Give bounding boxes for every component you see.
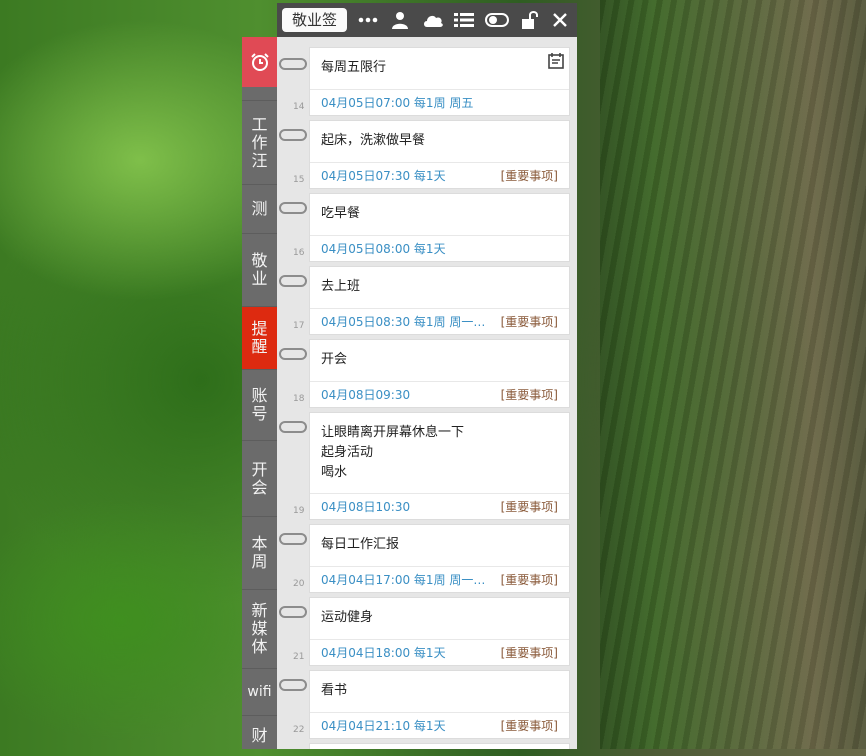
list-item[interactable]: 开会 04月08日09:30 [重要事项] xyxy=(309,339,570,408)
item-tag: [重要事项] xyxy=(500,315,558,329)
tab-label: 新媒体 xyxy=(251,601,268,656)
binder-ring xyxy=(279,58,307,70)
list-item[interactable]: 运动健身 04月04日18:00 每1天 [重要事项] xyxy=(309,597,570,666)
item-schedule: 04月04日18:00 每1天 xyxy=(321,646,446,660)
item-tag: [重要事项] xyxy=(500,646,558,660)
item-tag: [重要事项] xyxy=(500,719,558,733)
list-item[interactable]: 去上班 04月05日08:30 每1周 周一… [重要事项] xyxy=(309,266,570,335)
item-schedule: 04月05日08:00 每1天 xyxy=(321,242,446,256)
list-item[interactable]: 看书 04月04日21:10 每1天 [重要事项] xyxy=(309,670,570,739)
app-title[interactable]: 敬业签 xyxy=(282,8,348,32)
list-item[interactable]: 让眼睛离开屏幕休息一下 起身活动 喝水 04月08日10:30 [重要事项] xyxy=(309,412,570,520)
item-meta: 04月04日21:10 每1天 [重要事项] xyxy=(310,712,569,738)
item-number: 22 xyxy=(293,725,305,735)
tab-label: 开会 xyxy=(251,459,268,497)
background-tree xyxy=(600,0,866,749)
item-tag: [重要事项] xyxy=(500,500,558,514)
close-icon[interactable] xyxy=(549,10,571,30)
item-meta: 04月08日10:30 [重要事项] xyxy=(310,493,569,519)
binder-ring xyxy=(279,606,307,618)
tab-this-week[interactable]: 本周 xyxy=(242,516,277,589)
toolbar: 敬业签 xyxy=(277,3,577,37)
binder-ring xyxy=(279,348,307,360)
category-sidebar: 工作汪 测 敬业 提醒 账号 开会 本周 新媒体 wifi 财 xyxy=(242,37,277,749)
tab-label: 账号 xyxy=(251,386,268,423)
item-meta: 04月08日09:30 [重要事项] xyxy=(310,381,569,407)
tab-label: 财 xyxy=(251,726,268,745)
item-number: 18 xyxy=(293,394,305,404)
alarm-clock-icon xyxy=(250,53,269,71)
binder-ring xyxy=(279,679,307,691)
tab-label: wifi xyxy=(247,684,272,700)
item-number: 17 xyxy=(293,321,305,331)
item-title: 吃早餐 xyxy=(321,206,361,221)
tab-label: 测 xyxy=(251,199,268,218)
item-title: 让眼睛离开屏幕休息一下 起身活动 喝水 xyxy=(321,425,465,480)
tab-work[interactable]: 工作汪 xyxy=(242,100,277,184)
item-schedule: 04月05日07:00 每1周 周五 xyxy=(321,96,474,110)
item-meta: 04月05日07:00 每1周 周五 xyxy=(310,89,569,115)
binder-ring xyxy=(279,129,307,141)
item-title: 去上班 xyxy=(321,279,361,294)
tab-test[interactable]: 测 xyxy=(242,184,277,233)
tab-new-media[interactable]: 新媒体 xyxy=(242,589,277,668)
item-tag: [重要事项] xyxy=(500,169,558,183)
user-icon[interactable] xyxy=(389,10,411,30)
item-schedule: 04月04日17:00 每1周 周一… xyxy=(321,573,486,587)
item-number: 20 xyxy=(293,579,305,589)
item-title: 每日工作汇报 xyxy=(321,537,400,552)
item-title: 看书 xyxy=(321,683,348,698)
calendar-note-icon[interactable] xyxy=(547,52,565,70)
tab-label: 工作汪 xyxy=(251,114,268,170)
item-schedule: 04月05日08:30 每1周 周一… xyxy=(321,315,486,329)
tab-meeting[interactable]: 开会 xyxy=(242,440,277,516)
alarm-tab[interactable] xyxy=(242,37,277,87)
item-number: 19 xyxy=(293,506,305,516)
item-title: 每周五限行 xyxy=(321,60,387,75)
tab-accounts[interactable]: 账号 xyxy=(242,369,277,440)
item-number: 16 xyxy=(293,248,305,258)
tab-label: 提醒 xyxy=(251,319,268,356)
tab-reminders[interactable]: 提醒 xyxy=(242,306,277,369)
item-tag: [重要事项] xyxy=(500,388,558,402)
reminder-panel: 敬业签 每周五限行 04月05日07:00 每1周 周五 14 起床，洗漱做早餐… xyxy=(277,3,577,749)
item-meta: 04月04日18:00 每1天 [重要事项] xyxy=(310,639,569,665)
tab-finance[interactable]: 财 xyxy=(242,715,277,756)
unlock-icon[interactable] xyxy=(519,10,541,30)
item-meta: 04月04日17:00 每1周 周一… [重要事项] xyxy=(310,566,569,592)
binder-ring xyxy=(279,202,307,214)
tab-label: 敬业 xyxy=(251,251,268,288)
item-number: 21 xyxy=(293,652,305,662)
item-meta: 04月05日08:30 每1周 周一… [重要事项] xyxy=(310,308,569,334)
list-icon[interactable] xyxy=(453,10,475,30)
item-tag: [重要事项] xyxy=(500,573,558,587)
item-number: 15 xyxy=(293,175,305,185)
toggle-icon[interactable] xyxy=(484,10,510,30)
cloud-icon[interactable] xyxy=(422,10,444,30)
list-item[interactable]: 起床，洗漱做早餐 04月05日07:30 每1天 [重要事项] xyxy=(309,120,570,189)
item-number: 14 xyxy=(293,102,305,112)
reminder-list: 每周五限行 04月05日07:00 每1周 周五 14 起床，洗漱做早餐 04月… xyxy=(277,37,577,749)
tab-wifi[interactable]: wifi xyxy=(242,668,277,715)
binder-ring xyxy=(279,421,307,433)
list-item[interactable]: 每周五限行 04月05日07:00 每1周 周五 xyxy=(309,47,570,116)
item-schedule: 04月05日07:30 每1天 xyxy=(321,169,446,183)
tab-label: 本周 xyxy=(251,534,268,571)
binder-ring xyxy=(279,533,307,545)
item-schedule: 04月08日10:30 xyxy=(321,500,411,514)
item-title: 起床，洗漱做早餐 xyxy=(321,133,426,148)
list-item[interactable]: 吃早餐 04月05日08:00 每1天 xyxy=(309,193,570,262)
item-title: 运动健身 xyxy=(321,610,374,625)
more-icon[interactable] xyxy=(357,10,379,30)
item-schedule: 04月04日21:10 每1天 xyxy=(321,719,446,733)
item-meta: 04月05日07:30 每1天 [重要事项] xyxy=(310,162,569,188)
item-meta: 04月05日08:00 每1天 xyxy=(310,235,569,261)
item-title: 开会 xyxy=(321,352,348,367)
tab-jingye[interactable]: 敬业 xyxy=(242,233,277,306)
item-schedule: 04月08日09:30 xyxy=(321,388,411,402)
list-item-partial[interactable] xyxy=(309,743,570,749)
binder-ring xyxy=(279,275,307,287)
list-item[interactable]: 每日工作汇报 04月04日17:00 每1周 周一… [重要事项] xyxy=(309,524,570,593)
